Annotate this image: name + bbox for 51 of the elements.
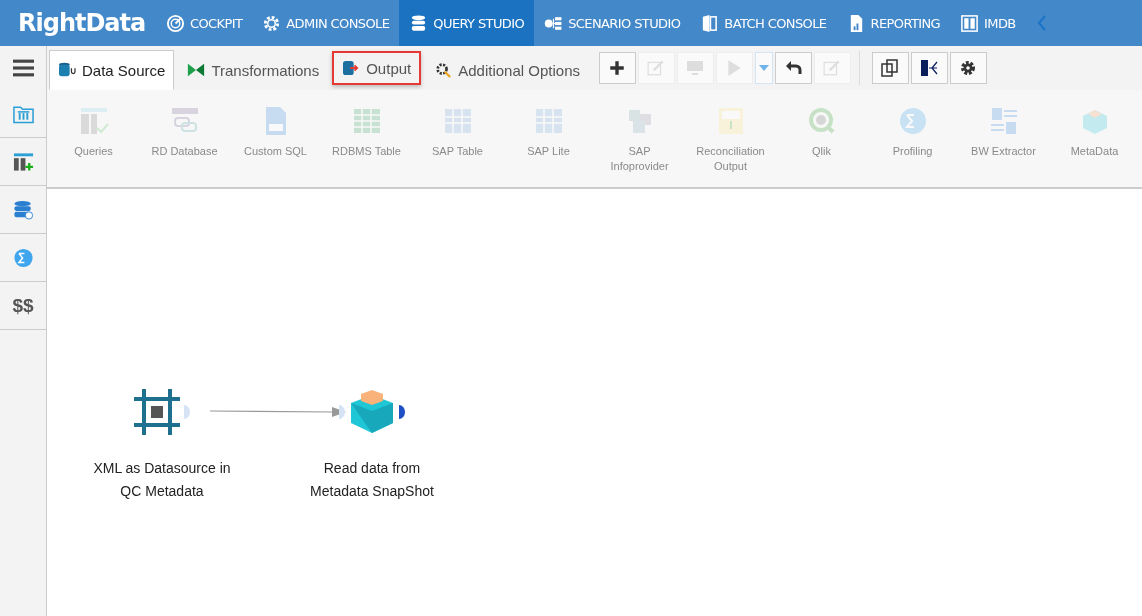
edit-icon [647, 59, 666, 77]
dollar-sign[interactable]: $$ [12, 294, 34, 317]
qlik-icon [806, 106, 837, 136]
node-label: Read data from Metadata SnapShot [310, 459, 434, 501]
nav-tab[interactable]: COCKPIT [156, 0, 253, 46]
nav-tab[interactable]: BATCH CONSOLE [690, 0, 837, 46]
add-button[interactable] [599, 52, 636, 84]
table-icon [533, 106, 564, 136]
book-icon [700, 13, 720, 33]
database-export-icon [342, 60, 361, 76]
nav-tab[interactable]: IMDB [950, 0, 1026, 46]
menu-icon[interactable] [12, 58, 34, 78]
frame-icon[interactable] [134, 389, 180, 435]
database-icon[interactable] [12, 199, 34, 220]
diagram-icon [920, 59, 939, 77]
columns-icon [960, 13, 980, 33]
settings-icon [959, 59, 978, 77]
plus-icon [608, 59, 627, 77]
tab[interactable]: Output [332, 51, 422, 85]
sigma-icon [897, 106, 928, 136]
logo[interactable]: RightData [0, 0, 156, 46]
table-add-icon[interactable] [12, 151, 34, 172]
output-port-icon[interactable] [399, 405, 405, 419]
table-check-icon [78, 106, 109, 136]
node-label: XML as Datasource in QC Metadata [93, 459, 231, 501]
nav-tab[interactable]: REPORTING [836, 0, 951, 46]
grid-icon [351, 106, 382, 136]
nav-tab[interactable]: ADMIN CONSOLE [252, 0, 400, 46]
caret-icon [759, 65, 769, 71]
settings-button[interactable] [950, 52, 987, 84]
tab[interactable]: Transformations [178, 50, 329, 90]
copy-icon [881, 59, 900, 77]
nav-tab[interactable]: QUERY STUDIO [399, 0, 535, 46]
bowtie-icon [187, 62, 206, 78]
monitor-icon [686, 59, 705, 77]
diagram-button[interactable] [911, 52, 948, 84]
undo-icon [784, 59, 803, 77]
copy-button[interactable] [872, 52, 909, 84]
table-icon [442, 106, 473, 136]
sigma-icon[interactable] [12, 247, 34, 268]
tab[interactable]: Additional Options [425, 50, 589, 90]
nav-tab[interactable]: SCENARIO STUDIO [534, 0, 691, 46]
edit-icon [823, 59, 842, 77]
tab[interactable]: Data Source [49, 50, 175, 90]
gear-icon [434, 62, 453, 78]
undo-button[interactable] [775, 52, 812, 84]
input-port-icon[interactable] [339, 405, 345, 419]
target-icon [166, 13, 185, 33]
gear-icon [262, 13, 282, 33]
list-icon [988, 106, 1019, 136]
database-plug-icon [58, 62, 76, 78]
